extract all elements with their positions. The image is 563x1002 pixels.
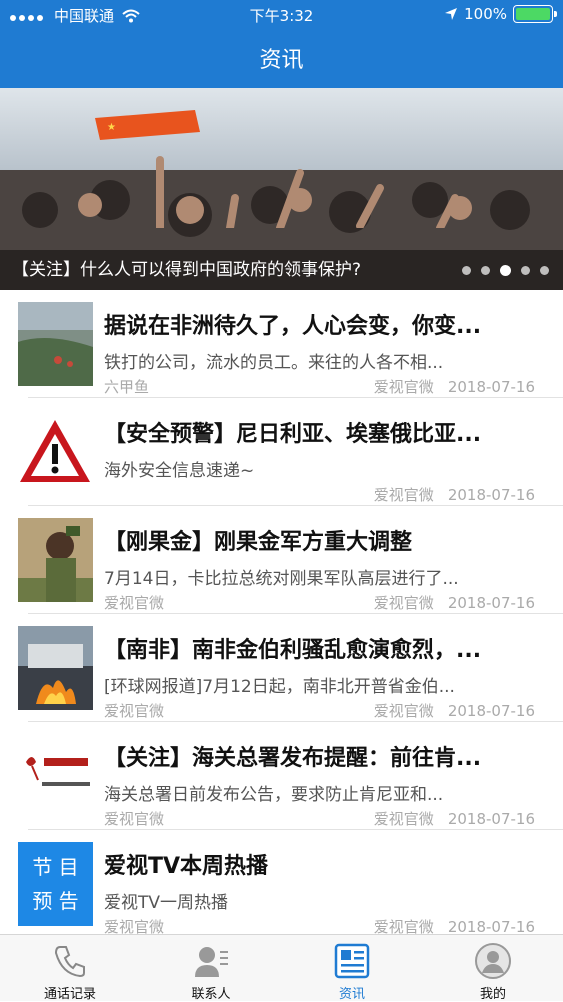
list-item[interactable]: 据说在非洲待久了，人心会变，你变... 铁打的公司，流水的员工。来往的人各不相.…: [0, 290, 563, 398]
article-summary: [环球网报道]7月12日起，南非北开普省金伯...: [104, 677, 455, 697]
article-title: 爱视TV本周热播: [104, 854, 269, 879]
article-source: 爱视官微: [104, 594, 165, 612]
article-meta: 爱视官微 2018-07-16: [360, 700, 535, 721]
battery-percent: 100%: [464, 5, 507, 23]
article-title: 【关注】海关总署发布提醒：前往肯...: [104, 746, 482, 771]
article-meta: 爱视官微 2018-07-16: [360, 376, 535, 397]
phone-icon: [54, 946, 85, 978]
article-meta: 爱视官微 2018-07-16: [360, 808, 535, 829]
raised-hands: [156, 156, 459, 228]
article-date: 2018-07-16: [447, 810, 535, 828]
pager-dot[interactable]: [481, 266, 490, 275]
header-bar: 中国联通 下午3:32 100% 资讯: [0, 0, 563, 88]
flag-graphic: ★: [95, 110, 200, 140]
article-title: 【南非】南非金伯利骚乱愈演愈烈，...: [104, 638, 482, 663]
article-date: 2018-07-16: [447, 486, 535, 504]
customs-logo-icon: [18, 734, 93, 818]
pager-dot-active[interactable]: [500, 265, 511, 276]
pager-dot[interactable]: [540, 266, 549, 275]
list-item[interactable]: 节 目 预 告 爱视TV本周热播 爱视TV一周热播 爱视官微 爱视官微 2018-…: [0, 830, 563, 938]
article-source: 爱视官微: [104, 702, 165, 720]
banner-caption: 【关注】什么人可以得到中国政府的领事保护?: [12, 260, 362, 280]
pager-dot[interactable]: [462, 266, 471, 275]
tab-label: 通话记录: [43, 987, 96, 1002]
tab-news[interactable]: 资讯: [282, 935, 422, 1002]
news-icon: [334, 943, 370, 979]
article-summary: 海外安全信息速递~: [104, 461, 255, 481]
tab-bar: 通话记录 联系人 资讯 我的: [0, 934, 563, 1002]
article-thumbnail: [18, 518, 93, 602]
list-item[interactable]: 【关注】海关总署发布提醒：前往肯... 海关总署日前发布公告，要求防止肯尼亚和.…: [0, 722, 563, 830]
battery-icon: [513, 5, 557, 23]
article-summary: 爱视TV一周热播: [104, 893, 229, 913]
banner-carousel[interactable]: ★ 【关注】什么人可以得到中国政府的领事保护?: [0, 88, 563, 290]
article-publisher: 爱视官微: [373, 486, 434, 504]
profile-icon: [475, 943, 511, 979]
article-title: 据说在非洲待久了，人心会变，你变...: [104, 314, 482, 339]
article-publisher: 爱视官微: [373, 810, 434, 828]
list-item[interactable]: 【刚果金】刚果金军方重大调整 7月14日，卡比拉总统对刚果军队高层进行了... …: [0, 506, 563, 614]
tab-label: 联系人: [191, 987, 231, 1002]
article-date: 2018-07-16: [447, 594, 535, 612]
status-bar: 中国联通 下午3:32 100%: [0, 0, 563, 28]
article-publisher: 爱视官微: [373, 594, 434, 612]
article-publisher: 爱视官微: [373, 378, 434, 396]
carousel-pager[interactable]: [462, 265, 549, 276]
article-source: 爱视官微: [104, 810, 165, 828]
article-meta: 爱视官微 2018-07-16: [360, 484, 535, 505]
pager-dot[interactable]: [521, 266, 530, 275]
article-publisher: 爱视官微: [373, 702, 434, 720]
page-title: 资讯: [259, 48, 304, 73]
banner-caption-bar: 【关注】什么人可以得到中国政府的领事保护?: [0, 250, 563, 290]
list-item[interactable]: 【安全预警】尼日利亚、埃塞俄比亚... 海外安全信息速递~ 爱视官微 2018-0…: [0, 398, 563, 506]
tab-profile[interactable]: 我的: [423, 935, 563, 1002]
article-source: 六甲鱼: [104, 378, 150, 396]
list-item[interactable]: 【南非】南非金伯利骚乱愈演愈烈，... [环球网报道]7月12日起，南非北开普省…: [0, 614, 563, 722]
tab-label: 资讯: [338, 987, 365, 1002]
article-thumbnail: [18, 626, 93, 710]
article-summary: 7月14日，卡比拉总统对刚果军队高层进行了...: [104, 569, 459, 589]
tab-contacts[interactable]: 联系人: [141, 935, 281, 1002]
article-summary: 海关总署日前发布公告，要求防止肯尼亚和...: [104, 785, 444, 805]
contacts-icon: [195, 947, 228, 977]
program-card: 节 目 预 告: [18, 842, 93, 926]
tab-label: 我的: [479, 987, 506, 1002]
article-title: 【安全预警】尼日利亚、埃塞俄比亚...: [104, 422, 482, 447]
location-icon: [445, 8, 458, 20]
article-summary: 铁打的公司，流水的员工。来往的人各不相...: [104, 353, 444, 373]
svg-text:★: ★: [107, 122, 116, 133]
article-thumbnail: [18, 302, 93, 386]
article-date: 2018-07-16: [447, 702, 535, 720]
article-meta: 爱视官微 2018-07-16: [360, 592, 535, 613]
article-title: 【刚果金】刚果金军方重大调整: [104, 530, 413, 555]
article-date: 2018-07-16: [447, 378, 535, 396]
tab-call-log[interactable]: 通话记录: [0, 935, 140, 1002]
warning-sign-icon: [18, 410, 93, 494]
